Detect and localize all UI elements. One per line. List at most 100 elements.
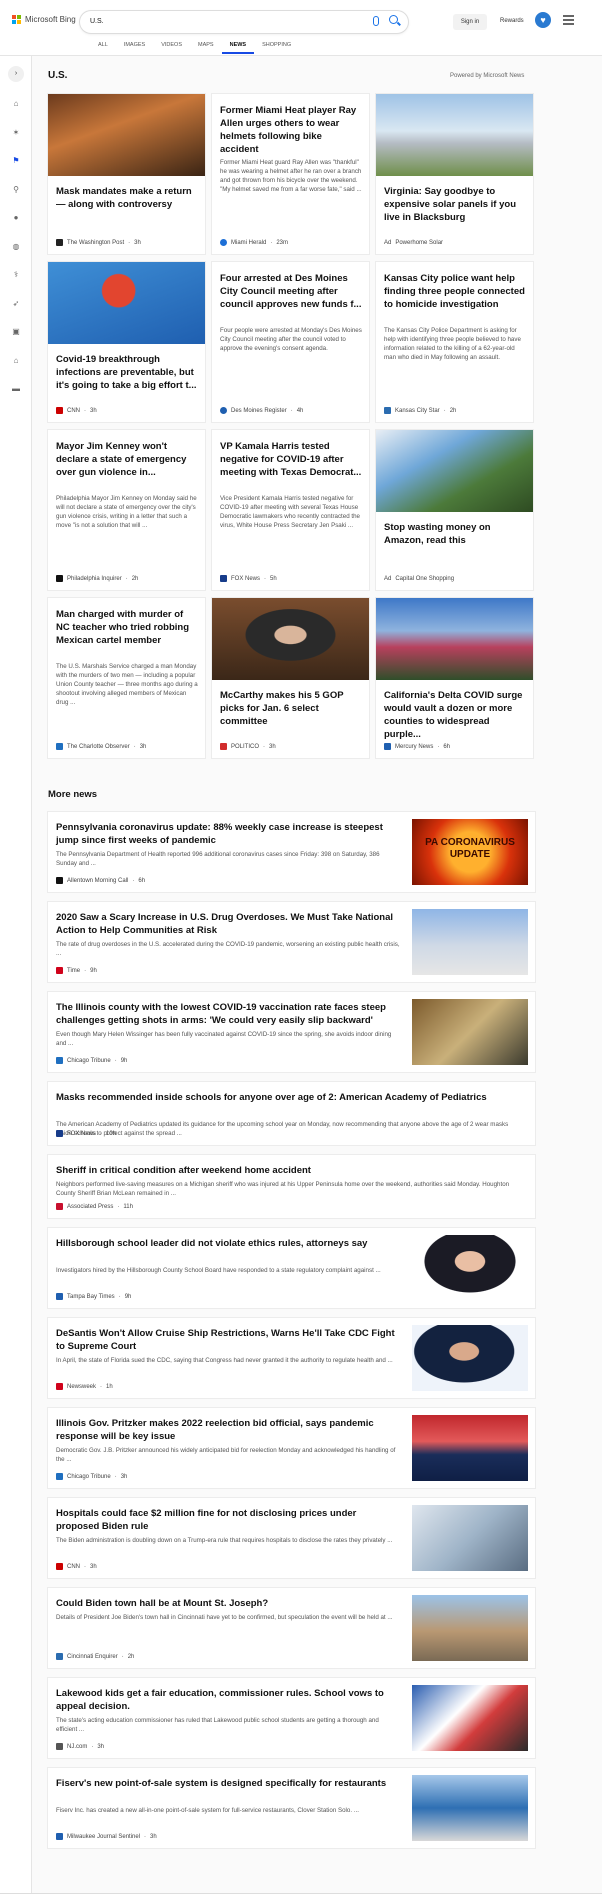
card-title[interactable]: California's Delta COVID surge would vau… xyxy=(384,689,526,741)
card-title[interactable]: Mask mandates make a return — along with… xyxy=(56,185,198,211)
sign-in-button[interactable]: Sign in xyxy=(453,14,487,30)
discover-icon[interactable]: ✶ xyxy=(11,128,21,138)
row-snippet: The state's acting education commissione… xyxy=(56,1717,379,1733)
row-thumbnail[interactable] xyxy=(412,1325,528,1391)
row-title[interactable]: Sheriff in critical condition after week… xyxy=(56,1164,526,1177)
row-thumbnail[interactable] xyxy=(412,909,528,975)
row-title[interactable]: Hillsborough school leader did not viola… xyxy=(56,1237,401,1250)
separator: · xyxy=(132,877,135,884)
row-title[interactable]: DeSantis Won't Allow Cruise Ship Restric… xyxy=(56,1327,401,1353)
row-title[interactable]: Masks recommended inside schools for any… xyxy=(56,1091,526,1104)
microsoft-logo-icon xyxy=(12,15,21,24)
card-title[interactable]: Man charged with murder of NC teacher wh… xyxy=(56,608,198,647)
news-card[interactable]: Four arrested at Des Moines City Council… xyxy=(212,262,369,422)
money-icon[interactable]: ▬ xyxy=(11,384,21,394)
row-title[interactable]: 2020 Saw a Scary Increase in U.S. Drug O… xyxy=(56,911,401,937)
bank-icon[interactable]: ⌂ xyxy=(11,356,21,366)
source-name: Tampa Bay Times xyxy=(67,1293,115,1300)
card-title[interactable]: Stop wasting money on Amazon, read this xyxy=(384,521,526,547)
tab-shopping[interactable]: SHOPPING xyxy=(254,42,299,54)
news-card[interactable]: Mask mandates make a return — along with… xyxy=(48,94,205,254)
card-source: POLITICO · 3h xyxy=(220,743,276,750)
row-thumbnail[interactable] xyxy=(412,1505,528,1571)
publisher-logo-icon xyxy=(56,1203,63,1210)
search-input[interactable]: U.S. xyxy=(80,11,408,33)
news-row[interactable]: Fiserv's new point-of-sale system is des… xyxy=(48,1768,535,1848)
health-icon[interactable]: ⚕ xyxy=(11,270,21,280)
location-icon[interactable]: ● xyxy=(11,213,21,223)
news-card[interactable]: Mayor Jim Kenney won't declare a state o… xyxy=(48,430,205,590)
us-flag-icon[interactable]: ⚑ xyxy=(11,156,21,166)
news-row[interactable]: Hospitals could face $2 million fine for… xyxy=(48,1498,535,1578)
news-row[interactable]: Illinois Gov. Pritzker makes 2022 reelec… xyxy=(48,1408,535,1488)
news-card[interactable]: VP Kamala Harris tested negative for COV… xyxy=(212,430,369,590)
menu-icon[interactable] xyxy=(563,15,574,27)
news-row[interactable]: Lakewood kids get a fair education, comm… xyxy=(48,1678,535,1758)
card-image xyxy=(376,598,533,680)
rewards-link[interactable]: Rewards xyxy=(500,18,524,24)
home-icon[interactable]: ⌂ xyxy=(11,99,21,109)
row-title[interactable]: Lakewood kids get a fair education, comm… xyxy=(56,1687,401,1713)
powered-by: Powered by Microsoft News xyxy=(450,73,525,79)
card-title[interactable]: Former Miami Heat player Ray Allen urges… xyxy=(220,104,362,156)
news-row[interactable]: DeSantis Won't Allow Cruise Ship Restric… xyxy=(48,1318,535,1398)
card-title[interactable]: VP Kamala Harris tested negative for COV… xyxy=(220,440,362,479)
search-icon[interactable] xyxy=(389,15,398,24)
row-thumbnail[interactable] xyxy=(412,1775,528,1841)
card-title[interactable]: Kansas City police want help finding thr… xyxy=(384,272,526,311)
tab-videos[interactable]: VIDEOS xyxy=(153,42,190,54)
tab-news[interactable]: NEWS xyxy=(221,42,255,54)
tab-images[interactable]: IMAGES xyxy=(116,42,153,54)
card-title[interactable]: McCarthy makes his 5 GOP picks for Jan. … xyxy=(220,689,362,728)
news-card[interactable]: Man charged with murder of NC teacher wh… xyxy=(48,598,205,758)
row-source: Chicago Tribune · 3h xyxy=(56,1473,127,1480)
bing-logo[interactable]: Microsoft Bing xyxy=(12,15,76,24)
rocket-icon[interactable]: ➶ xyxy=(11,299,21,309)
globe-icon[interactable]: ◍ xyxy=(11,242,21,252)
news-row[interactable]: Pennsylvania coronavirus update: 88% wee… xyxy=(48,812,535,892)
politico-icon xyxy=(220,743,227,750)
row-thumbnail[interactable] xyxy=(412,1595,528,1661)
news-row[interactable]: The Illinois county with the lowest COVI… xyxy=(48,992,535,1072)
ad-card[interactable]: Stop wasting money on Amazon, read this … xyxy=(376,430,533,590)
news-card[interactable]: McCarthy makes his 5 GOP picks for Jan. … xyxy=(212,598,369,758)
row-title[interactable]: Hospitals could face $2 million fine for… xyxy=(56,1507,401,1533)
rewards-medal-icon[interactable]: ♥ xyxy=(535,12,551,28)
card-title[interactable]: Mayor Jim Kenney won't declare a state o… xyxy=(56,440,198,479)
row-title[interactable]: Could Biden town hall be at Mount St. Jo… xyxy=(56,1597,401,1610)
news-row[interactable]: Could Biden town hall be at Mount St. Jo… xyxy=(48,1588,535,1668)
time-ago: 9h xyxy=(120,1057,128,1064)
row-title[interactable]: The Illinois county with the lowest COVI… xyxy=(56,1001,401,1027)
tab-maps[interactable]: MAPS xyxy=(190,42,222,54)
news-card[interactable]: Kansas City police want help finding thr… xyxy=(376,262,533,422)
row-snippet: Even though Mary Helen Wissinger has bee… xyxy=(56,1031,392,1047)
card-title[interactable]: Covid-19 breakthrough infections are pre… xyxy=(56,353,198,392)
row-thumbnail[interactable] xyxy=(412,1415,528,1481)
row-thumbnail[interactable] xyxy=(412,999,528,1065)
row-title[interactable]: Fiserv's new point-of-sale system is des… xyxy=(56,1777,401,1790)
news-card[interactable]: Covid-19 breakthrough infections are pre… xyxy=(48,262,205,422)
row-thumbnail[interactable] xyxy=(412,1685,528,1751)
news-row[interactable]: Sheriff in critical condition after week… xyxy=(48,1155,535,1218)
news-row[interactable]: 2020 Saw a Scary Increase in U.S. Drug O… xyxy=(48,902,535,982)
row-thumbnail[interactable]: PA CORONAVIRUS UPDATE xyxy=(412,819,528,885)
row-thumbnail[interactable] xyxy=(412,1235,528,1301)
entertainment-icon[interactable]: ▣ xyxy=(11,327,21,337)
row-source: Chicago Tribune · 9h xyxy=(56,1057,127,1064)
ad-card[interactable]: Virginia: Say goodbye to expensive solar… xyxy=(376,94,533,254)
expand-arrow-icon[interactable]: › xyxy=(8,66,24,82)
microscope-icon[interactable]: ⚲ xyxy=(11,185,21,195)
card-snippet: Philadelphia Mayor Jim Kenney on Monday … xyxy=(56,495,197,529)
news-card[interactable]: California's Delta COVID surge would vau… xyxy=(376,598,533,758)
news-row[interactable]: Masks recommended inside schools for any… xyxy=(48,1082,535,1145)
microphone-icon[interactable] xyxy=(373,16,379,26)
card-title[interactable]: Four arrested at Des Moines City Council… xyxy=(220,272,362,311)
thumbnail-text: PA CORONAVIRUS UPDATE xyxy=(425,837,515,860)
card-title[interactable]: Virginia: Say goodbye to expensive solar… xyxy=(384,185,526,224)
tab-all[interactable]: ALL xyxy=(90,42,116,54)
row-title[interactable]: Illinois Gov. Pritzker makes 2022 reelec… xyxy=(56,1417,401,1443)
news-row[interactable]: Hillsborough school leader did not viola… xyxy=(48,1228,535,1308)
row-title[interactable]: Pennsylvania coronavirus update: 88% wee… xyxy=(56,821,401,847)
news-card[interactable]: Former Miami Heat player Ray Allen urges… xyxy=(212,94,369,254)
publisher-logo-icon xyxy=(56,1563,63,1570)
